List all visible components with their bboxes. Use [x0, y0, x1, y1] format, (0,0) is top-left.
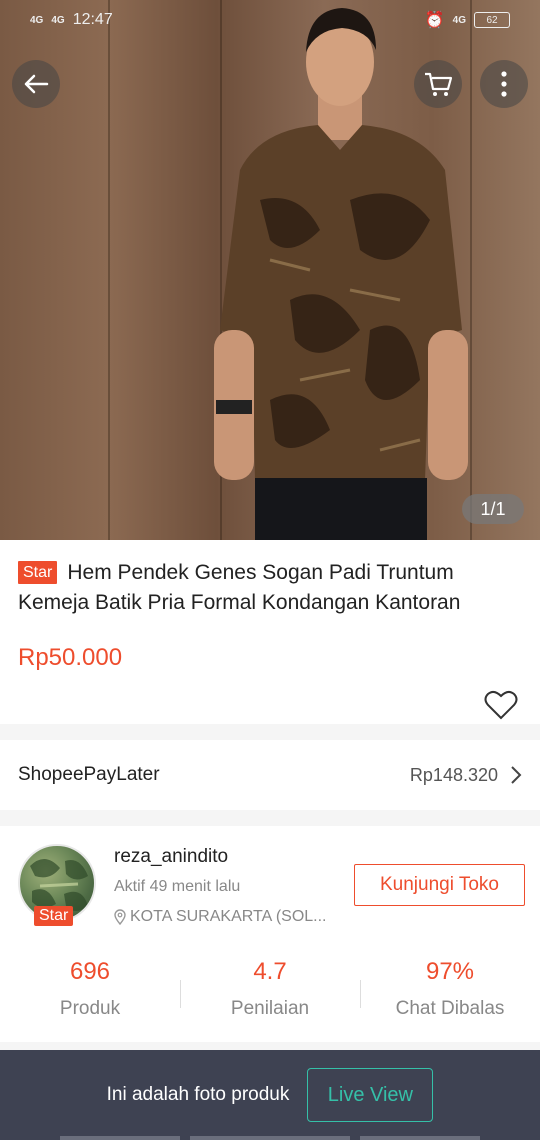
nav-handle — [190, 1136, 350, 1140]
star-badge: Star — [18, 561, 58, 584]
stat-label: Chat Dibalas — [395, 998, 505, 1019]
alarm-icon: ⏰ — [424, 12, 445, 29]
stat-chat-replied[interactable]: 97% Chat Dibalas — [360, 954, 540, 1024]
shop-active-status: Aktif 49 menit lalu — [114, 878, 241, 895]
back-button[interactable] — [12, 60, 60, 108]
nav-handle — [360, 1136, 480, 1140]
photo-notice-bar: Ini adalah foto produk Live View — [0, 1050, 540, 1140]
signal-1: 4G — [30, 14, 44, 26]
arrow-left-icon — [24, 74, 49, 94]
battery-indicator: 62 — [474, 12, 510, 28]
heart-icon[interactable] — [484, 690, 518, 720]
product-image[interactable]: 4G 4G 12:47 ⏰ 4G 62 1/1 — [0, 0, 540, 540]
product-title-block: Star Hem Pendek Genes Sogan Padi Truntum … — [18, 558, 528, 618]
stat-value: 696 — [69, 958, 111, 985]
stat-value: 97% — [425, 958, 475, 985]
stat-products[interactable]: 696 Produk — [0, 954, 180, 1024]
cart-button[interactable] — [414, 60, 462, 108]
more-options-button[interactable] — [480, 60, 528, 108]
shop-stats: 696 Produk 4.7 Penilaian 97% Chat Dibala… — [0, 954, 540, 1024]
paylater-label: ShopeePayLater — [18, 764, 160, 785]
signal-2: 4G — [51, 14, 65, 26]
stat-value: 4.7 — [253, 958, 287, 985]
live-view-button[interactable]: Live View — [307, 1068, 434, 1122]
nav-handle — [60, 1136, 180, 1140]
product-price: Rp50.000 — [18, 644, 123, 671]
stat-label: Penilaian — [230, 998, 310, 1019]
status-bar: 4G 4G 12:47 ⏰ 4G 62 — [0, 0, 540, 40]
visit-shop-button[interactable]: Kunjungi Toko — [354, 864, 525, 906]
shop-location-text: KOTA SURAKARTA (SOL... — [130, 908, 327, 925]
product-title: Hem Pendek Genes Sogan Padi Truntum Keme… — [18, 561, 461, 614]
stat-label: Produk — [59, 998, 121, 1019]
product-info: Star Hem Pendek Genes Sogan Padi Truntum … — [0, 540, 540, 724]
signal-3: 4G — [452, 14, 466, 26]
shop-location: KOTA SURAKARTA (SOL... — [114, 908, 344, 926]
cart-icon — [425, 72, 453, 96]
paylater-row[interactable]: ShopeePayLater Rp148.320 — [0, 740, 540, 810]
more-vertical-icon — [501, 71, 507, 97]
photo-notice-text: Ini adalah foto produk — [106, 1084, 290, 1105]
image-counter: 1/1 — [462, 494, 524, 524]
stat-rating[interactable]: 4.7 Penilaian — [180, 954, 360, 1024]
shop-section: Star reza_anindito Aktif 49 menit lalu K… — [0, 826, 540, 1042]
chevron-right-icon — [511, 766, 522, 784]
shop-name[interactable]: reza_anindito — [114, 846, 228, 868]
paylater-amount: Rp148.320 — [409, 764, 498, 785]
location-pin-icon — [114, 909, 126, 925]
clock: 12:47 — [72, 11, 113, 28]
shop-star-badge: Star — [34, 906, 74, 926]
